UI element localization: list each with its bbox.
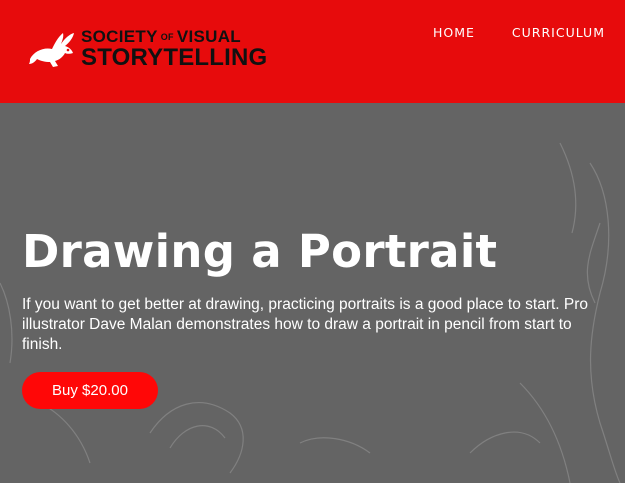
buy-button[interactable]: Buy $20.00 [22,372,158,409]
logo-text-society: SOCIETY [81,27,158,46]
pencil-sketch-background [0,142,621,483]
nav-curriculum-link[interactable]: CURRICULUM [512,25,605,40]
nav-home-link[interactable]: HOME [433,25,475,40]
site-logo[interactable]: SOCIETY OF VISUAL STORYTELLING [28,28,267,70]
hero-description: If you want to get better at drawing, pr… [22,296,589,353]
logo-text-of: OF [160,32,174,42]
logo-text-visual: VISUAL [176,27,241,46]
logo-text-storytelling: STORYTELLING [81,44,268,71]
main-nav: HOME CURRICULUM [433,25,605,40]
page-title: Drawing a Portrait [22,225,498,278]
hero-section: Drawing a Portrait If you want to get be… [0,103,625,483]
site-header: SOCIETY OF VISUAL STORYTELLING HOME CURR… [0,0,625,103]
rabbit-icon [29,33,74,67]
